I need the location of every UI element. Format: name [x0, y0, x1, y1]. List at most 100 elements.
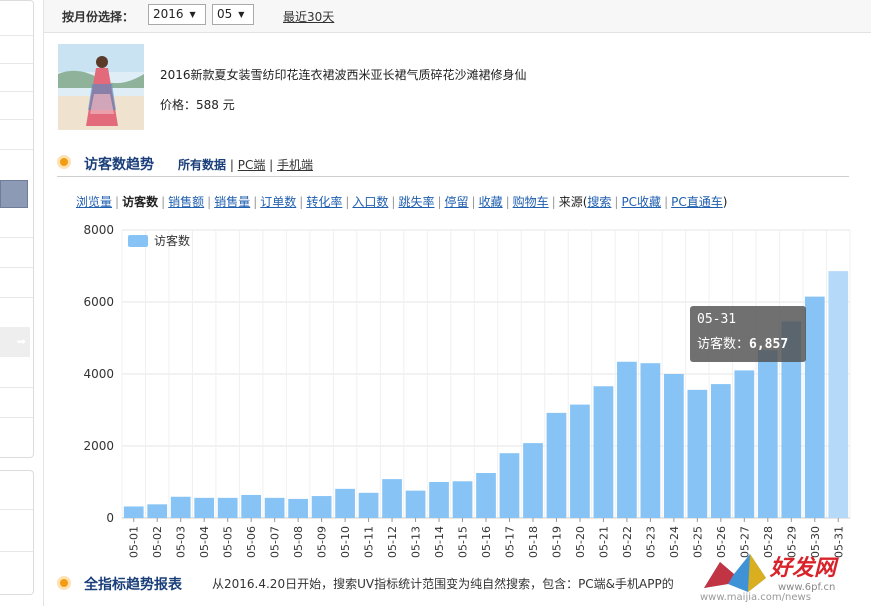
metric-entries[interactable]: 入口数	[352, 195, 388, 209]
chart-bar-05-06[interactable]	[241, 494, 262, 518]
metric-dwell[interactable]: 停留	[445, 195, 469, 209]
data-source-tabs: 所有数据 | PC端 | 手机端	[178, 156, 313, 173]
y-tick-label: 6000	[83, 295, 114, 309]
metric-cart[interactable]: 购物车	[513, 195, 549, 209]
metric-separator: |	[551, 195, 556, 209]
sidebar-divider	[0, 35, 33, 36]
y-tick-label: 8000	[83, 223, 114, 237]
main-divider	[43, 0, 44, 606]
x-tick-label: 05-19	[550, 526, 563, 558]
x-tick-label: 05-21	[597, 526, 610, 558]
chart-bar-05-28[interactable]	[757, 350, 778, 518]
watermark-url-secondary: www.maijia.com/news	[700, 592, 811, 603]
chart-bar-05-03[interactable]	[170, 496, 191, 518]
chart-bar-05-25[interactable]	[687, 389, 708, 518]
chart-bar-05-14[interactable]	[429, 482, 449, 518]
tab-mobile[interactable]: 手机端	[277, 158, 313, 172]
x-tick-label: 05-02	[151, 526, 164, 558]
metric-visitors[interactable]: 访客数	[122, 195, 158, 209]
x-tick-label: 05-13	[410, 526, 423, 558]
section-bullet-icon	[57, 576, 71, 590]
chart-bar-05-16[interactable]	[476, 473, 496, 518]
chart-bar-05-24[interactable]	[664, 374, 684, 518]
chart-bar-05-04[interactable]	[194, 497, 215, 518]
product-title[interactable]: 2016新款夏女装雪纺印花连衣裙波西米亚长裙气质碎花沙滩裙修身仙	[160, 66, 527, 83]
year-select[interactable]: 2016 ▼	[148, 4, 206, 25]
month-select[interactable]: 05 ▼	[212, 4, 254, 25]
chart-bar-05-30[interactable]	[804, 296, 825, 518]
tooltip-date: 05-31	[697, 312, 737, 327]
section-bullet-icon	[57, 155, 71, 169]
x-tick-label: 05-05	[222, 526, 235, 558]
chart-bar-05-10[interactable]	[335, 488, 355, 518]
x-tick-label: 05-01	[128, 526, 141, 558]
x-tick-label: 05-15	[457, 526, 470, 558]
chart-bar-05-08[interactable]	[288, 498, 308, 518]
chart-bar-05-19[interactable]	[546, 412, 567, 518]
month-filter-label: 按月份选择：	[62, 10, 135, 24]
x-tick-label: 05-12	[386, 526, 399, 558]
watermark: 好发网 www.6pf.cn www.maijia.com/news	[700, 548, 871, 606]
watermark-logo-icon	[704, 554, 766, 592]
uv-notice-text: 从2016.4.20日开始，搜索UV指标统计范围变为纯自然搜索，包含：PC端&手…	[212, 577, 674, 591]
source-pc-ztc[interactable]: PC直通车	[671, 195, 723, 209]
chart-bar-05-11[interactable]	[358, 492, 379, 518]
x-tick-label: 05-23	[644, 526, 657, 558]
sidebar-expand-arrow-icon[interactable]: ➡	[0, 327, 30, 357]
chart-bar-05-31[interactable]	[828, 271, 849, 518]
sidebar-item-selected[interactable]	[0, 180, 28, 208]
x-tick-label: 05-06	[245, 526, 258, 558]
metric-sales-quantity[interactable]: 销售量	[214, 195, 250, 209]
section-title-visitor-trend: 访客数趋势	[84, 157, 154, 173]
month-filter-bar: 按月份选择： 2016 ▼ 05 ▼ 最近30天	[44, 0, 871, 33]
metric-separator: |	[207, 195, 212, 209]
chart-bar-05-15[interactable]	[452, 481, 473, 518]
sidebar-divider	[0, 551, 33, 552]
legend-swatch	[128, 235, 148, 247]
tab-separator: |	[229, 158, 238, 172]
x-tick-label: 05-24	[668, 526, 681, 558]
chart-bar-05-05[interactable]	[217, 497, 238, 518]
chart-bar-05-27[interactable]	[734, 370, 755, 518]
metric-separator: |	[115, 195, 120, 209]
metric-separator: |	[253, 195, 258, 209]
chart-bar-05-12[interactable]	[382, 479, 402, 518]
chart-legend[interactable]: 访客数	[128, 233, 190, 248]
metric-sales-amount[interactable]: 销售额	[168, 195, 204, 209]
chart-bar-05-01[interactable]	[123, 506, 144, 518]
metric-separator: |	[299, 195, 304, 209]
chart-tooltip: 05-31 访客数：6,857	[690, 306, 806, 362]
tooltip-value-line: 访客数：6,857	[697, 333, 799, 352]
metric-separator: |	[505, 195, 510, 209]
chart-bar-05-21[interactable]	[593, 386, 614, 518]
metric-bounce-rate[interactable]: 跳失率	[398, 195, 434, 209]
chart-bar-05-17[interactable]	[499, 453, 520, 518]
metric-favorites[interactable]: 收藏	[479, 195, 503, 209]
tab-pc[interactable]: PC端	[238, 158, 266, 172]
source-pc-favorites[interactable]: PC收藏	[621, 195, 661, 209]
x-tick-label: 05-04	[198, 526, 211, 558]
last-30-days-link[interactable]: 最近30天	[283, 8, 334, 25]
tab-all-data[interactable]: 所有数据	[178, 158, 226, 172]
chart-bar-05-18[interactable]	[523, 443, 543, 518]
month-select-value: 05	[217, 7, 233, 21]
chart-bar-05-23[interactable]	[640, 363, 661, 518]
chart-bar-05-13[interactable]	[405, 490, 426, 518]
source-search[interactable]: 搜索	[587, 195, 611, 209]
metric-conversion-rate[interactable]: 转化率	[306, 195, 342, 209]
metric-orders[interactable]: 订单数	[260, 195, 296, 209]
tab-separator: |	[269, 158, 278, 172]
chart-bar-05-20[interactable]	[570, 404, 590, 518]
metric-separator: |	[664, 195, 669, 209]
product-thumbnail[interactable]	[58, 44, 144, 130]
chart-bar-05-07[interactable]	[264, 497, 285, 518]
year-select-value: 2016	[153, 7, 184, 21]
metric-separator: |	[391, 195, 396, 209]
metric-pageviews[interactable]: 浏览量	[76, 195, 112, 209]
chart-bar-05-09[interactable]	[311, 496, 332, 518]
x-tick-label: 05-10	[339, 526, 352, 558]
chart-bar-05-02[interactable]	[147, 504, 168, 518]
chart-bar-05-26[interactable]	[710, 384, 731, 518]
chart-bar-05-22[interactable]	[617, 361, 637, 518]
chart-canvas: 0 2000 4000 6000 8000 05-01 05-02 05-03 05-04 05…	[83, 223, 851, 558]
